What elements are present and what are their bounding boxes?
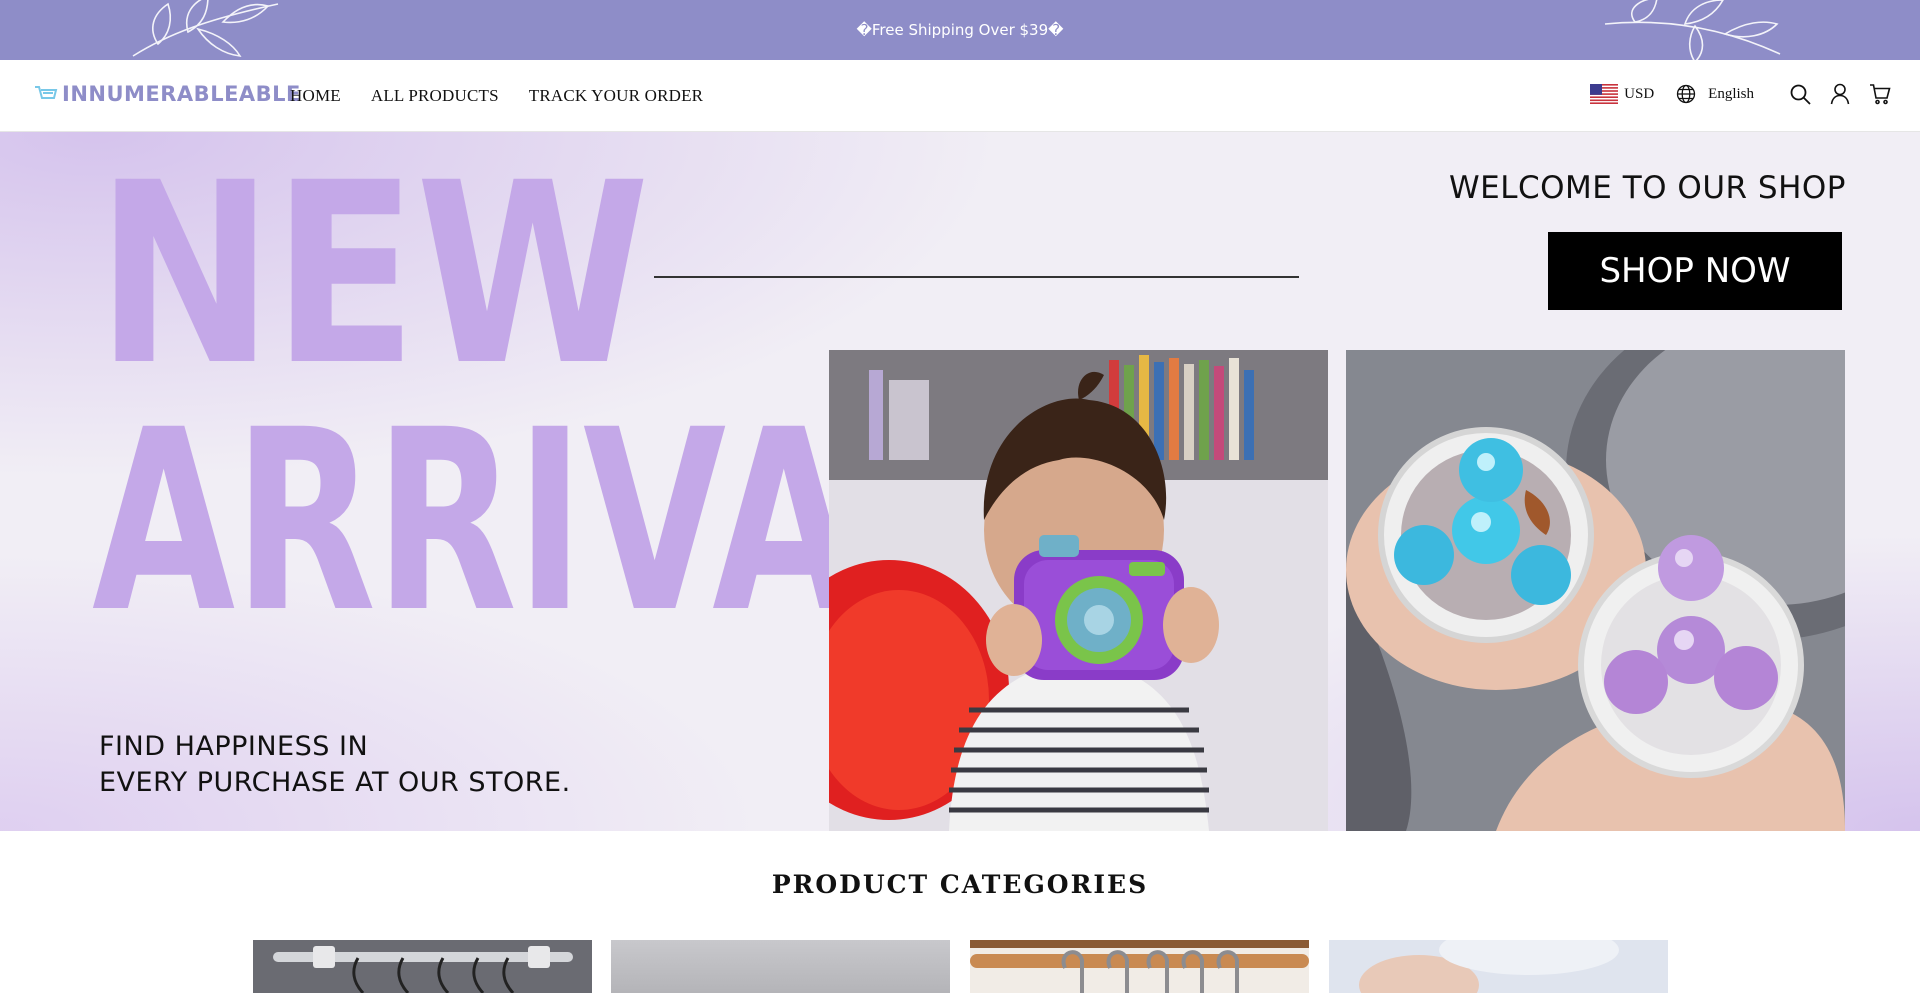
category-card-gray[interactable] — [611, 940, 950, 993]
currency-label: USD — [1624, 85, 1655, 102]
hero-tagline-line2: EVERY PURCHASE AT OUR STORE. — [99, 767, 571, 798]
header-tools: USD English — [1590, 82, 1892, 106]
nav-home[interactable]: HOME — [290, 86, 341, 106]
hero-divider — [654, 276, 1299, 278]
search-button[interactable] — [1788, 82, 1812, 106]
category-image — [611, 940, 950, 993]
currency-selector[interactable]: USD — [1590, 84, 1654, 104]
category-image — [970, 940, 1309, 993]
category-card-hanger-rail[interactable] — [970, 940, 1309, 993]
leaf-decoration-icon — [132, 0, 279, 57]
cart-icon — [1870, 84, 1891, 105]
account-button[interactable] — [1828, 82, 1852, 106]
category-card-curtain-rod[interactable] — [253, 940, 592, 993]
free-shipping-text: �Free Shipping Over $39� — [856, 21, 1064, 39]
hero-photo-child-camera — [829, 350, 1328, 831]
hero-tagline: FIND HAPPINESS IN EVERY PURCHASE AT OUR … — [99, 729, 571, 801]
leaf-decoration-icon — [1604, 0, 1781, 60]
cart-button[interactable] — [1868, 82, 1892, 106]
search-icon — [1790, 84, 1811, 105]
main-nav: HOME ALL PRODUCTS TRACK YOUR ORDER — [290, 86, 703, 106]
language-selector[interactable]: English — [1676, 84, 1754, 104]
hero-headline-new: NEW — [96, 132, 650, 420]
logo-text: INNUMERABLEABLE — [62, 82, 301, 106]
site-header: INNUMERABLEABLE HOME ALL PRODUCTS TRACK … — [0, 60, 1920, 132]
globe-icon — [1677, 84, 1696, 104]
us-flag-icon — [1590, 84, 1619, 104]
nav-all-products[interactable]: ALL PRODUCTS — [371, 86, 499, 106]
category-image — [253, 940, 592, 993]
cart-logo-icon — [35, 86, 58, 99]
hero-photo-laundry-balls — [1346, 350, 1845, 831]
hero-banner[interactable]: NEW ARRIVALS WELCOME TO OUR SHOP SHOP NO… — [0, 132, 1920, 831]
hero-welcome-text: WELCOME TO OUR SHOP — [1449, 170, 1846, 206]
account-icon — [1830, 83, 1850, 105]
hero-tagline-line1: FIND HAPPINESS IN — [99, 731, 369, 762]
product-categories-title: PRODUCT CATEGORIES — [771, 870, 1149, 899]
announcement-bar: �Free Shipping Over $39� — [0, 0, 1920, 60]
shop-now-button[interactable]: SHOP NOW — [1548, 232, 1842, 310]
nav-track-order[interactable]: TRACK YOUR ORDER — [529, 86, 703, 106]
store-logo[interactable]: INNUMERABLEABLE — [34, 82, 301, 106]
language-label: English — [1708, 85, 1754, 102]
category-card-baby[interactable] — [1329, 940, 1668, 993]
category-image — [1329, 940, 1668, 993]
